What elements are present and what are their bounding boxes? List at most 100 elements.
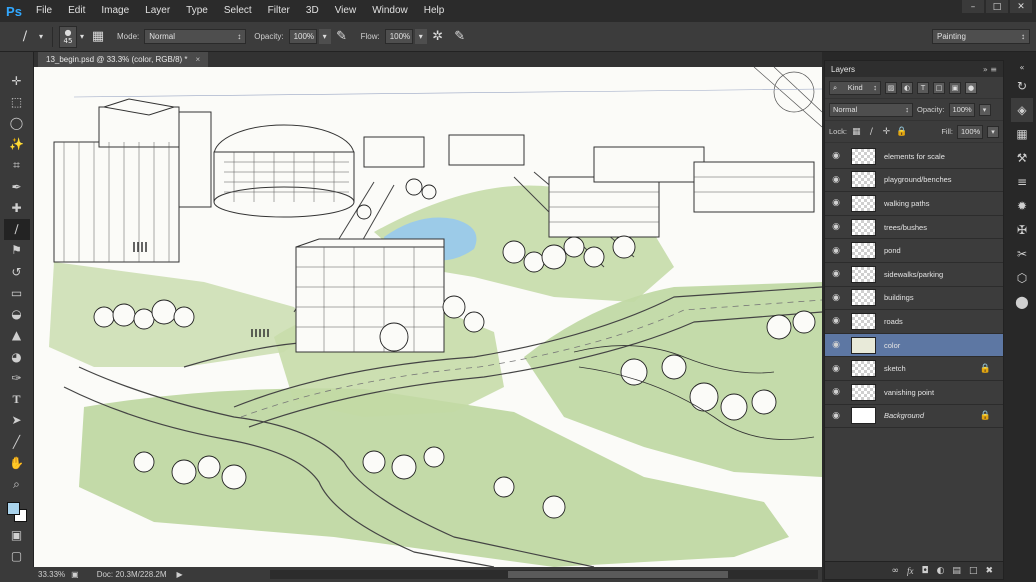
blend-mode-select[interactable]: Normal ↕ bbox=[829, 102, 913, 117]
path-selection-tool-icon[interactable]: ➤ bbox=[4, 410, 30, 431]
workspace-select[interactable]: Painting ↕ bbox=[932, 29, 1030, 44]
layer-opacity-input[interactable]: 100% bbox=[948, 102, 975, 117]
foreground-color-swatch[interactable] bbox=[6, 501, 20, 515]
link-layers-icon[interactable]: ∞ bbox=[891, 566, 899, 576]
layer-row[interactable]: ◉ buildings bbox=[825, 287, 1003, 311]
zoom-level[interactable]: 33.33% bbox=[0, 570, 71, 579]
menu-select[interactable]: Select bbox=[216, 0, 260, 22]
marquee-tool-icon[interactable]: ⬚ bbox=[4, 91, 30, 112]
visibility-eye-icon[interactable]: ◉ bbox=[825, 387, 847, 397]
smart-object-filter-icon[interactable]: ▣ bbox=[949, 81, 961, 94]
brush-panel-toggle-icon[interactable]: ▦ bbox=[87, 26, 109, 48]
menu-view[interactable]: View bbox=[327, 0, 365, 22]
visibility-eye-icon[interactable]: ◉ bbox=[825, 222, 847, 232]
flow-dropdown-icon[interactable]: ▾ bbox=[414, 29, 427, 44]
visibility-eye-icon[interactable]: ◉ bbox=[825, 269, 847, 279]
opacity-dropdown-icon[interactable]: ▾ bbox=[318, 29, 331, 44]
layer-row[interactable]: ◉ trees/bushes bbox=[825, 216, 1003, 240]
dodge-tool-icon[interactable]: ◕ bbox=[4, 346, 30, 367]
new-group-icon[interactable]: ▤ bbox=[952, 566, 961, 576]
horizontal-scrollbar[interactable] bbox=[270, 570, 818, 579]
magic-wand-tool-icon[interactable]: ✨ bbox=[4, 134, 30, 155]
visibility-eye-icon[interactable]: ◉ bbox=[825, 340, 847, 350]
mode-select[interactable]: Normal ↕ bbox=[144, 29, 247, 44]
menu-help[interactable]: Help bbox=[416, 0, 453, 22]
layer-row[interactable]: ◉ roads bbox=[825, 310, 1003, 334]
layer-row[interactable]: ◉ Background 🔒 bbox=[825, 405, 1003, 429]
visibility-eye-icon[interactable]: ◉ bbox=[825, 316, 847, 326]
menu-file[interactable]: File bbox=[28, 0, 60, 22]
tools-presets-panel-icon[interactable]: ✠ bbox=[1011, 218, 1033, 242]
layer-name[interactable]: sketch bbox=[884, 364, 906, 373]
layer-row[interactable]: ◉ playground/benches bbox=[825, 169, 1003, 193]
eyedropper-tool-icon[interactable]: ✒ bbox=[4, 176, 30, 197]
history-brush-tool-icon[interactable]: ↺ bbox=[4, 261, 30, 282]
layer-name[interactable]: vanishing point bbox=[884, 388, 934, 397]
opacity-input[interactable]: 100% bbox=[288, 29, 317, 44]
menu-filter[interactable]: Filter bbox=[260, 0, 298, 22]
layer-style-icon[interactable]: fx bbox=[907, 566, 914, 576]
layers-tab[interactable]: Layers bbox=[831, 65, 855, 74]
status-arrow-icon[interactable]: ▶ bbox=[177, 570, 183, 579]
menu-type[interactable]: Type bbox=[178, 0, 216, 22]
lock-position-icon[interactable]: ✛ bbox=[881, 127, 892, 137]
fill-input[interactable]: 100% bbox=[957, 124, 983, 139]
new-layer-icon[interactable]: □ bbox=[969, 566, 978, 576]
panel-expand-icon[interactable]: « bbox=[1011, 60, 1033, 74]
layer-name[interactable]: playground/benches bbox=[884, 175, 952, 184]
layer-name[interactable]: buildings bbox=[884, 293, 914, 302]
visibility-eye-icon[interactable]: ◉ bbox=[825, 198, 847, 208]
adjustment-layer-icon[interactable]: ◐ bbox=[937, 566, 945, 576]
visibility-eye-icon[interactable]: ◉ bbox=[825, 411, 847, 421]
lasso-tool-icon[interactable]: ◯ bbox=[4, 112, 30, 133]
layer-row[interactable]: ◉ sketch 🔒 bbox=[825, 357, 1003, 381]
crop-tool-icon[interactable]: ⌗ bbox=[4, 155, 30, 176]
menu-edit[interactable]: Edit bbox=[60, 0, 93, 22]
chevron-down-icon[interactable]: ▾ bbox=[77, 26, 87, 48]
document-tab[interactable]: 13_begin.psd @ 33.3% (color, RGB/8) * × bbox=[38, 52, 209, 67]
scrollbar-thumb[interactable] bbox=[508, 571, 728, 578]
shape-filter-icon[interactable]: □ bbox=[933, 81, 945, 94]
visibility-eye-icon[interactable]: ◉ bbox=[825, 175, 847, 185]
layer-row[interactable]: ◉ pond bbox=[825, 239, 1003, 263]
status-info-icon[interactable]: ▣ bbox=[71, 570, 79, 579]
brush-tool-icon[interactable]: ∕ bbox=[3, 218, 30, 240]
layer-row[interactable]: ◉ sidewalks/parking bbox=[825, 263, 1003, 287]
chevron-down-icon[interactable]: ▾ bbox=[36, 26, 46, 48]
adjustment-filter-icon[interactable]: ◐ bbox=[901, 81, 913, 94]
pressure-size-icon[interactable]: ✎ bbox=[449, 26, 471, 48]
trash-icon[interactable]: ✖ bbox=[985, 566, 993, 576]
layer-mask-icon[interactable]: ◘ bbox=[921, 566, 928, 576]
screen-mode-icon[interactable]: ▢ bbox=[4, 546, 30, 567]
pressure-opacity-icon[interactable]: ✎ bbox=[331, 26, 353, 48]
layer-name[interactable]: Background bbox=[884, 411, 924, 420]
pixel-filter-icon[interactable]: ▨ bbox=[885, 81, 897, 94]
visibility-eye-icon[interactable]: ◉ bbox=[825, 246, 847, 256]
blur-tool-icon[interactable]: ▲ bbox=[4, 325, 30, 346]
close-button[interactable]: ✕ bbox=[1010, 0, 1032, 13]
visibility-eye-icon[interactable]: ◉ bbox=[825, 293, 847, 303]
quick-mask-icon[interactable]: ▣ bbox=[4, 524, 30, 545]
zoom-tool-icon[interactable]: ⌕ bbox=[4, 473, 30, 494]
filter-toggle-icon[interactable]: ● bbox=[965, 81, 977, 94]
layer-name[interactable]: color bbox=[884, 341, 900, 350]
brush-panel-icon[interactable]: ✂ bbox=[1011, 242, 1033, 266]
layer-name[interactable]: trees/bushes bbox=[884, 223, 927, 232]
adjustments-panel-icon[interactable]: ≡ bbox=[1011, 170, 1033, 194]
eraser-tool-icon[interactable]: ▭ bbox=[4, 282, 30, 303]
swatches-panel-icon[interactable]: ▦ bbox=[1011, 122, 1033, 146]
healing-brush-tool-icon[interactable]: ✚ bbox=[4, 197, 30, 218]
menu-layer[interactable]: Layer bbox=[137, 0, 178, 22]
layer-filter-select[interactable]: ⌕ Kind ↕ bbox=[829, 80, 881, 95]
layer-row[interactable]: ◉ walking paths bbox=[825, 192, 1003, 216]
menu-3d[interactable]: 3D bbox=[298, 0, 327, 22]
layer-row-selected[interactable]: ◉ color bbox=[825, 333, 1003, 358]
airbrush-icon[interactable]: ✲ bbox=[427, 26, 449, 48]
clone-stamp-tool-icon[interactable]: ⚑ bbox=[4, 240, 30, 261]
color-swatches[interactable] bbox=[4, 499, 30, 525]
chevron-down-icon[interactable]: ▾ bbox=[978, 103, 991, 116]
type-filter-icon[interactable]: T bbox=[917, 81, 929, 94]
history-panel-icon[interactable]: ↻ bbox=[1011, 74, 1033, 98]
layer-row[interactable]: ◉ elements for scale bbox=[825, 145, 1003, 169]
layers-panel-icon[interactable]: ◈ bbox=[1011, 98, 1033, 122]
